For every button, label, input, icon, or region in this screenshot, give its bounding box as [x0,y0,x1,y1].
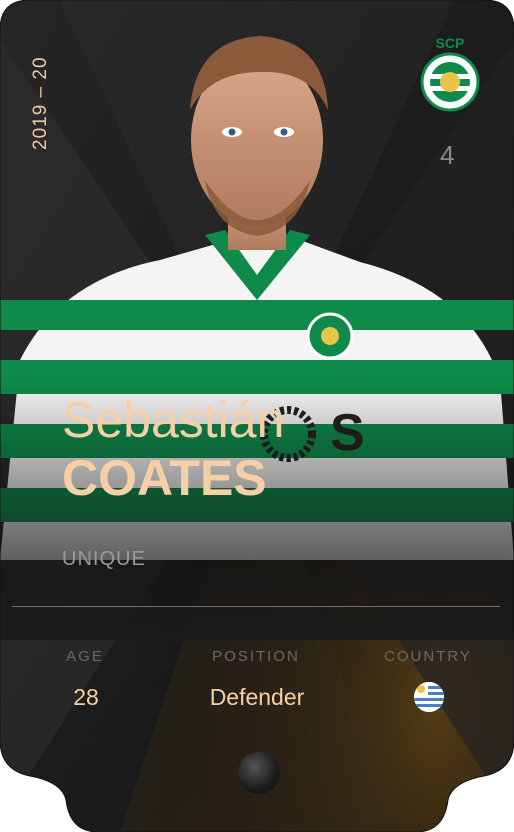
player-last-name: COATES [62,450,267,506]
age-value: 28 [73,684,99,710]
position-value: Defender [209,684,305,710]
card-chip-icon [238,752,280,794]
season-label: 2019 – 20 [30,56,51,150]
player-card[interactable]: S 2019 – 20 4 SCP [0,0,514,832]
uruguay-flag-icon [414,682,444,712]
position-label: POSITION [212,648,300,665]
rarity-label: UNIQUE [62,548,146,570]
club-logo: SCP [416,34,484,114]
age-label: AGE [66,648,104,665]
lion-crest-icon: SCP [420,35,480,112]
serial-number: 4 [440,140,455,170]
player-first-name: Sebastián [62,392,285,448]
country-label: COUNTRY [384,648,472,665]
svg-text:SCP: SCP [436,35,465,51]
divider [12,606,500,607]
